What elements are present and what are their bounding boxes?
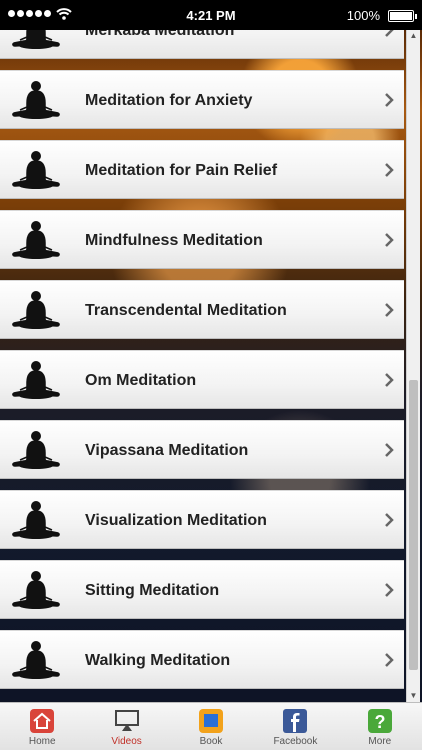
tab-more[interactable]: ? More [338,703,422,750]
list-item-label: Sitting Meditation [85,582,220,599]
scrollbar-thumb[interactable] [409,380,418,670]
list-item-label: Vipassana Meditation [85,442,249,459]
list-item[interactable]: Meditation for Anxiety [0,70,404,129]
tab-home[interactable]: Home [0,703,84,750]
list-item[interactable]: Walking Meditation [0,630,404,689]
tab-label: More [368,736,392,747]
list-item-label: Meditation for Pain Relief [85,162,278,179]
meditator-icon [12,289,60,333]
chevron-right-icon [384,30,394,37]
meditation-list: Merkaba Meditation Meditation for Anxiety… [0,30,404,700]
list-item[interactable]: Transcendental Meditation [0,280,404,339]
list-item-label: Mindfulness Meditation [85,232,263,249]
tab-videos[interactable]: Videos [84,703,168,750]
chevron-right-icon [384,583,394,597]
tab-label: Videos [111,736,142,747]
meditator-icon [12,639,60,683]
scroll-down-icon[interactable]: ▼ [407,690,420,702]
chevron-right-icon [384,163,394,177]
meditator-icon [12,359,60,403]
battery-icon [388,10,417,22]
chevron-right-icon [384,513,394,527]
list-item[interactable]: Merkaba Meditation [0,30,404,59]
scrollbar[interactable]: ▲ ▼ [406,30,420,702]
list-item-label: Om Meditation [85,372,197,389]
home-icon [29,708,55,734]
list-item[interactable]: Sitting Meditation [0,560,404,619]
meditator-icon [12,30,60,53]
tab-book[interactable]: Book [169,703,253,750]
chevron-right-icon [384,373,394,387]
chevron-right-icon [384,653,394,667]
list-item-label: Visualization Meditation [85,512,267,529]
list-item-label: Meditation for Anxiety [85,92,253,109]
tab-facebook[interactable]: Facebook [253,703,337,750]
list-item[interactable]: Visualization Meditation [0,490,404,549]
svg-text:?: ? [374,712,385,732]
list-item[interactable]: Mindfulness Meditation [0,210,404,269]
book-icon [198,708,224,734]
meditator-icon [12,569,60,613]
chevron-right-icon [384,443,394,457]
list-item-label: Merkaba Meditation [85,30,235,39]
battery-percent: 100% [346,8,380,23]
meditator-icon [12,429,60,473]
chevron-right-icon [384,303,394,317]
airplay-icon [114,708,140,734]
list-item-label: Walking Meditation [85,652,231,669]
facebook-icon [282,708,308,734]
list-item[interactable]: Meditation for Pain Relief [0,140,404,199]
status-bar: 4:21 PM 100% [0,0,422,30]
chevron-right-icon [384,93,394,107]
tab-label: Book [199,736,223,747]
more-icon: ? [367,708,393,734]
list-item-label: Transcendental Meditation [85,302,287,319]
meditator-icon [12,149,60,193]
scroll-up-icon[interactable]: ▲ [407,30,420,42]
tab-bar: Home Videos Book Facebook? More [0,702,422,750]
chevron-right-icon [384,233,394,247]
meditator-icon [12,79,60,123]
meditation-list-view[interactable]: Merkaba Meditation Meditation for Anxiety… [0,30,422,702]
list-item[interactable]: Om Meditation [0,350,404,409]
meditator-icon [12,499,60,543]
meditator-icon [12,219,60,263]
tab-label: Home [28,736,56,747]
list-item[interactable]: Vipassana Meditation [0,420,404,479]
tab-label: Facebook [273,736,318,747]
